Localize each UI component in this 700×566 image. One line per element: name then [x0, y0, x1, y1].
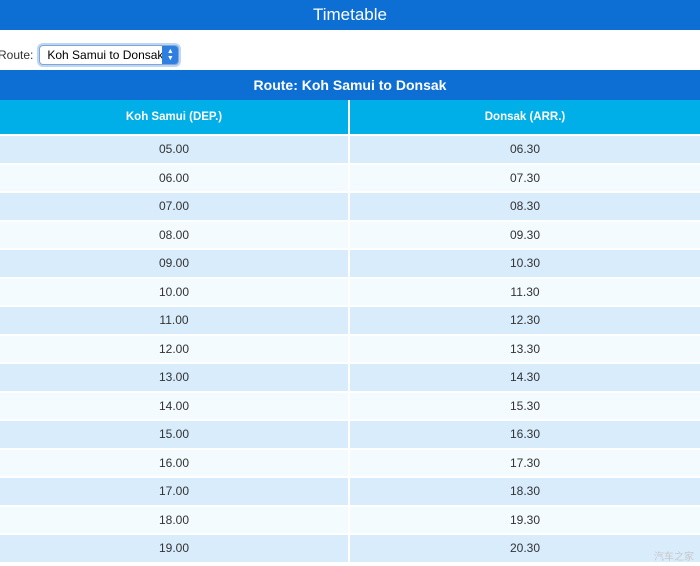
departure-time-cell: 11.00 — [0, 307, 348, 334]
page-title-bar: Timetable — [0, 0, 700, 30]
table-row: 17.00 18.30 — [0, 476, 700, 505]
departure-time-cell: 10.00 — [0, 278, 348, 305]
arrival-time-cell: 09.30 — [350, 221, 700, 248]
table-row: 09.00 10.30 — [0, 248, 700, 277]
table-row: 11.00 12.30 — [0, 305, 700, 334]
table-row: 08.00 09.30 — [0, 220, 700, 248]
arrival-time-cell: 19.30 — [350, 506, 700, 533]
table-row: 15.00 16.30 — [0, 419, 700, 448]
departure-time-cell: 06.00 — [0, 164, 348, 191]
arrival-time-cell: 08.30 — [350, 193, 700, 220]
table-row: 10.00 11.30 — [0, 277, 700, 305]
table-row: 18.00 19.30 — [0, 505, 700, 533]
arrival-time-cell: 15.30 — [350, 392, 700, 419]
arrival-time-cell: 11.30 — [350, 278, 700, 305]
departure-time-cell: 19.00 — [0, 535, 348, 562]
departure-time-cell: 14.00 — [0, 392, 348, 419]
departure-time-cell: 05.00 — [0, 136, 348, 163]
watermark: 汽车之家 — [654, 552, 694, 563]
departure-time-cell: 15.00 — [0, 421, 348, 448]
table-row: 07.00 08.30 — [0, 191, 700, 220]
departure-time-cell: 17.00 — [0, 478, 348, 505]
route-selector-row: Route: Koh Samui to Donsak ▲ ▼ — [0, 38, 180, 72]
page-title: Timetable — [312, 5, 387, 24]
arrival-time-cell: 20.30 — [350, 535, 700, 562]
departure-time-cell: 16.00 — [0, 449, 348, 476]
arrival-time-cell: 12.30 — [350, 307, 700, 334]
route-select-value: Koh Samui to Donsak — [47, 48, 164, 62]
arrival-time-cell: 07.30 — [350, 164, 700, 191]
route-label: Route: — [0, 48, 34, 62]
departure-time-cell: 08.00 — [0, 221, 348, 248]
table-row: 16.00 17.30 — [0, 448, 700, 476]
table-row: 19.00 20.30 — [0, 533, 700, 562]
table-row: 12.00 13.30 — [0, 334, 700, 362]
timetable-table: Koh Samui (DEP.) Donsak (ARR.) 05.00 06.3… — [0, 100, 700, 562]
arrival-time-cell: 10.30 — [350, 250, 700, 277]
route-select[interactable]: Koh Samui to Donsak ▲ ▼ — [39, 45, 180, 65]
table-row: 05.00 06.30 — [0, 134, 700, 163]
timetable-page: Timetable Route: Koh Samui to Donsak ▲ ▼ … — [0, 0, 700, 566]
departure-time-cell: 13.00 — [0, 364, 348, 391]
select-updown-icon: ▲ ▼ — [162, 46, 179, 64]
column-header-departure: Koh Samui (DEP.) — [0, 100, 348, 134]
departure-time-cell: 12.00 — [0, 335, 348, 362]
column-header-arrival: Donsak (ARR.) — [350, 100, 700, 134]
arrival-time-cell: 06.30 — [350, 136, 700, 163]
arrival-time-cell: 14.30 — [350, 364, 700, 391]
arrival-time-cell: 18.30 — [350, 478, 700, 505]
departure-time-cell: 09.00 — [0, 250, 348, 277]
departure-time-cell: 18.00 — [0, 506, 348, 533]
table-row: 14.00 15.30 — [0, 391, 700, 419]
arrival-time-cell: 16.30 — [350, 421, 700, 448]
route-heading-text: Route: Koh Samui to Donsak — [253, 77, 447, 93]
arrival-time-cell: 17.30 — [350, 449, 700, 476]
table-body: 05.00 06.30 06.00 07.30 07.00 08.30 08.00 09.30… — [0, 134, 700, 562]
table-row: 06.00 07.30 — [0, 163, 700, 191]
arrival-time-cell: 13.30 — [350, 335, 700, 362]
table-header-row: Koh Samui (DEP.) Donsak (ARR.) — [0, 100, 700, 134]
route-heading: Route: Koh Samui to Donsak — [0, 70, 700, 100]
departure-time-cell: 07.00 — [0, 193, 348, 220]
table-row: 13.00 14.30 — [0, 362, 700, 391]
